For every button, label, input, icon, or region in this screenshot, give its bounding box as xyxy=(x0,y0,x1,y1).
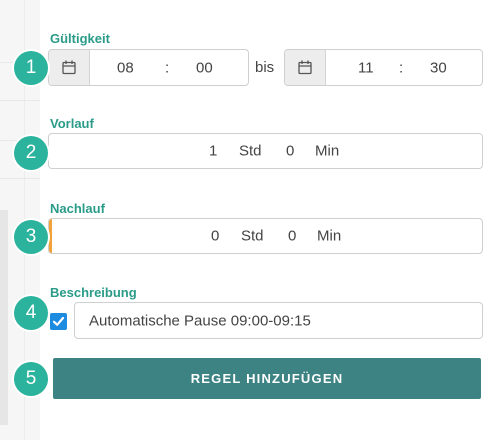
step-badge-4: 4 xyxy=(14,296,48,330)
lag-hours-unit: Std xyxy=(241,227,264,245)
lag-hours-input[interactable]: 0 xyxy=(211,228,219,245)
description-label: Beschreibung xyxy=(50,285,137,300)
validity-connector: bis xyxy=(255,59,275,76)
validity-to-time[interactable]: 11 : 30 xyxy=(284,49,483,86)
lead-minutes-unit: Min xyxy=(315,142,340,160)
lag-duration-field[interactable]: 0 Std 0 Min xyxy=(48,218,483,254)
description-value: Automatische Pause 09:00-09:15 xyxy=(89,312,311,329)
from-minute-input[interactable]: 00 xyxy=(196,59,213,76)
check-icon xyxy=(52,316,65,326)
lead-hours-input[interactable]: 1 xyxy=(209,143,217,160)
step-badge-5: 5 xyxy=(14,362,48,396)
sidebar-row-divider xyxy=(0,178,40,179)
description-input[interactable]: Automatische Pause 09:00-09:15 xyxy=(74,302,483,339)
sidebar-row-divider xyxy=(0,100,40,101)
sidebar-scroll-area xyxy=(0,210,8,425)
from-hour-input[interactable]: 08 xyxy=(117,59,134,76)
to-minute-input[interactable]: 30 xyxy=(430,59,447,76)
lag-minutes-unit: Min xyxy=(317,227,342,245)
validity-label: Gültigkeit xyxy=(50,31,110,46)
validation-accent xyxy=(49,219,52,253)
time-separator: : xyxy=(399,59,404,76)
calendar-icon[interactable] xyxy=(49,50,90,85)
to-hour-input[interactable]: 11 xyxy=(358,59,374,76)
step-badge-1: 1 xyxy=(14,51,48,85)
step-badge-2: 2 xyxy=(14,136,48,170)
lead-label: Vorlauf xyxy=(50,116,94,131)
validity-from-time[interactable]: 08 : 00 xyxy=(48,49,249,86)
calendar-icon[interactable] xyxy=(285,50,326,85)
lead-minutes-input[interactable]: 0 xyxy=(286,143,294,160)
step-badge-3: 3 xyxy=(14,220,48,254)
description-checkbox[interactable] xyxy=(50,313,67,330)
lag-label: Nachlauf xyxy=(50,201,105,216)
lead-hours-unit: Std xyxy=(239,142,262,160)
add-rule-button[interactable]: REGEL HINZUFÜGEN xyxy=(53,358,481,399)
lead-duration-field[interactable]: 1 Std 0 Min xyxy=(48,133,483,169)
time-separator: : xyxy=(165,59,170,76)
lag-minutes-input[interactable]: 0 xyxy=(288,228,296,245)
